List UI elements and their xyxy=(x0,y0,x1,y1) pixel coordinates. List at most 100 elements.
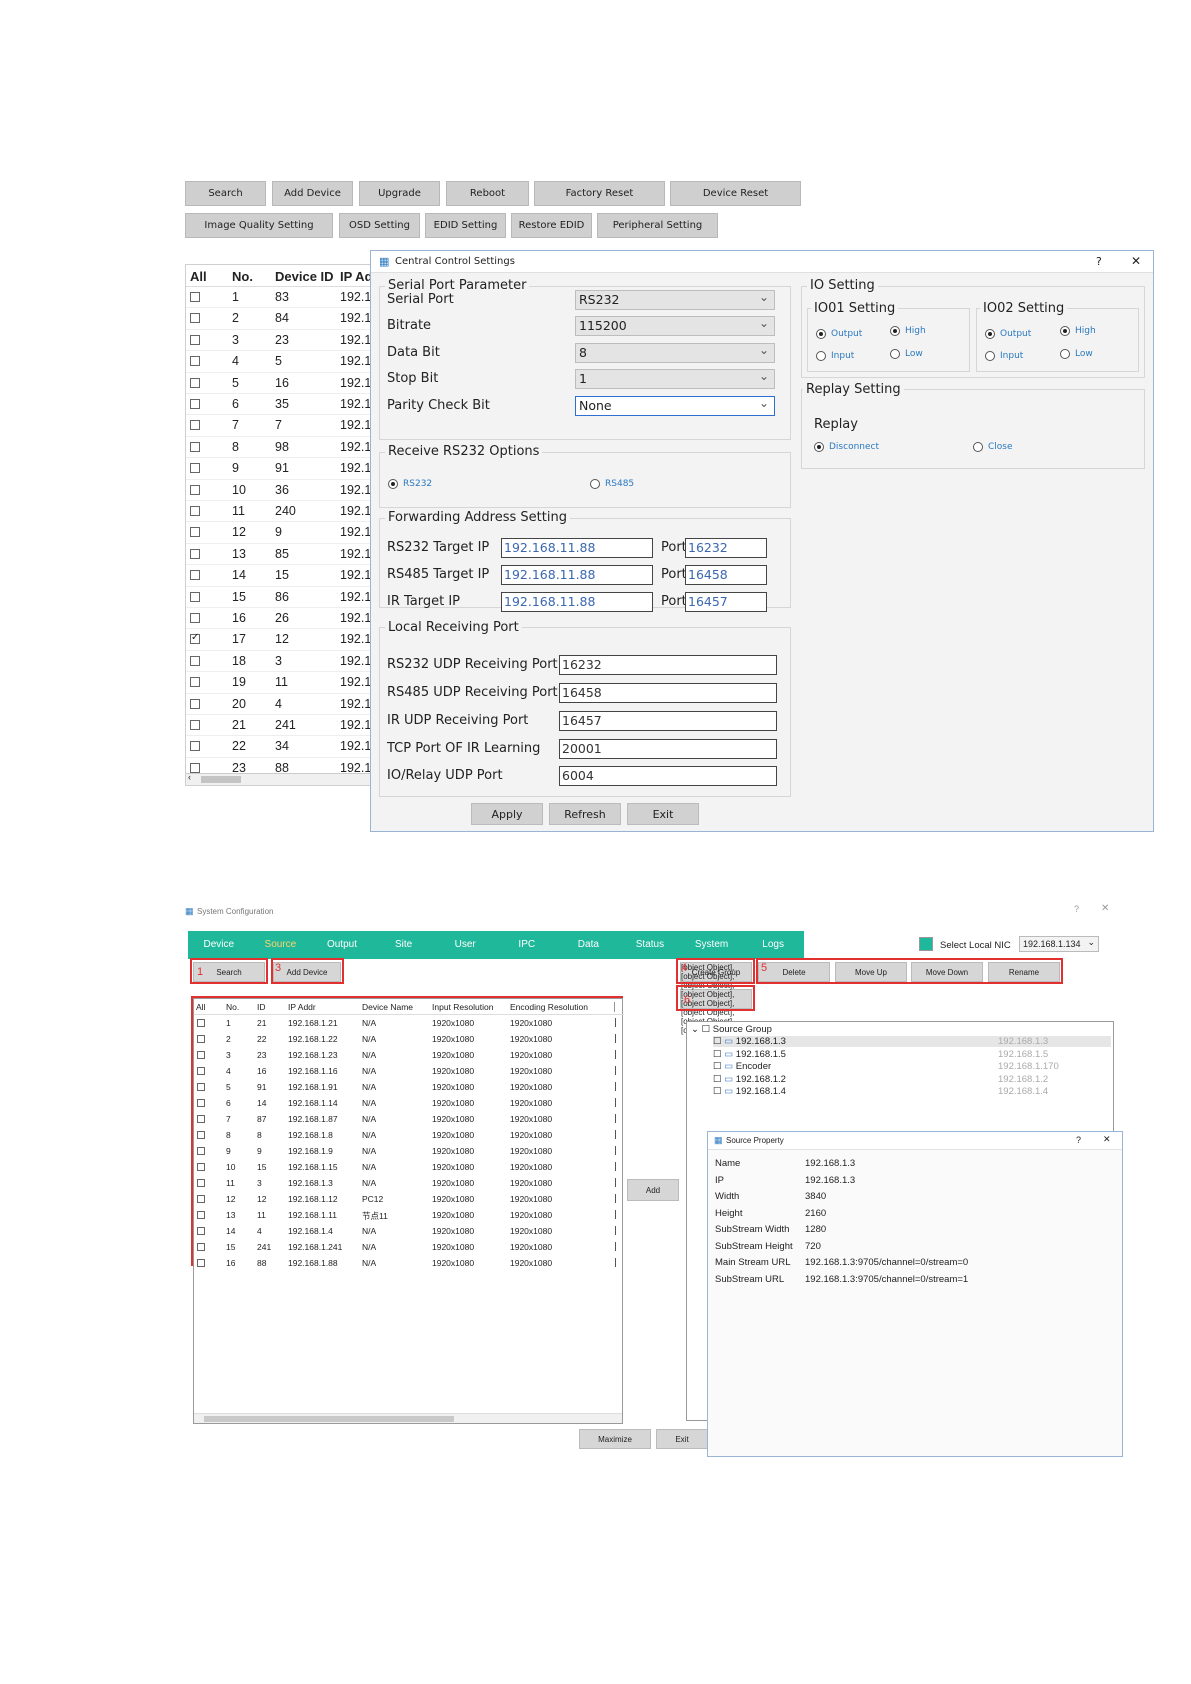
restore-edid-button[interactable]: Restore EDID xyxy=(511,213,592,238)
table-row[interactable]: 8 98 192.1 xyxy=(186,437,374,459)
tree-item[interactable]: ☐ ▭ 192.168.1.3 192.168.1.3 xyxy=(713,1036,1111,1047)
row-checkbox[interactable] xyxy=(197,1115,205,1123)
row-checkbox[interactable] xyxy=(197,1259,205,1267)
target-ip-input[interactable]: 192.168.11.88 xyxy=(501,565,653,585)
target-ip-input[interactable]: 192.168.11.88 xyxy=(501,592,653,612)
col-all[interactable]: All xyxy=(190,269,207,284)
help-icon[interactable]: ? xyxy=(1074,904,1079,914)
add-button[interactable]: Add xyxy=(627,1179,679,1201)
osd-setting-button[interactable]: OSD Setting xyxy=(339,213,420,238)
row-checkbox[interactable] xyxy=(190,441,200,452)
close-icon[interactable]: ✕ xyxy=(1103,1134,1111,1145)
serial-select[interactable]: 8 xyxy=(575,341,775,363)
tree-item-checkbox[interactable]: ☐ xyxy=(713,1036,724,1047)
nav-tab-site[interactable]: Site xyxy=(373,931,435,959)
local-port-input[interactable]: 20001 xyxy=(559,739,777,759)
nav-tab-system[interactable]: System xyxy=(681,931,743,959)
table-row[interactable]: 17 12 192.1 xyxy=(186,629,374,651)
table-row[interactable]: 12 9 192.1 xyxy=(186,522,374,544)
row-checkbox[interactable] xyxy=(190,591,200,602)
table-row[interactable]: 6 35 192.1 xyxy=(186,394,374,416)
table-row[interactable]: 20 4 192.1 xyxy=(186,694,374,715)
target-port-input[interactable]: 16458 xyxy=(685,565,767,585)
row-checkbox[interactable] xyxy=(190,506,200,516)
scroll-left-icon[interactable]: ‹ xyxy=(188,772,191,782)
nav-tab-status[interactable]: Status xyxy=(619,931,681,959)
row-checkbox[interactable] xyxy=(190,484,200,495)
close-icon[interactable]: ✕ xyxy=(1131,254,1141,268)
row-checkbox[interactable] xyxy=(190,570,200,581)
row-checkbox[interactable] xyxy=(197,1083,205,1091)
local-port-input[interactable]: 16458 xyxy=(559,683,777,703)
table-row[interactable]: 13 11 192.168.1.11 节点11 1920x1080 1920x1080 xyxy=(194,1207,624,1223)
local-port-input[interactable]: 16232 xyxy=(559,655,777,675)
table-row[interactable]: 14 4 192.168.1.4 N/A 1920x1080 1920x1080 xyxy=(194,1223,624,1239)
horizontal-scrollbar[interactable]: ‹ xyxy=(186,772,374,785)
refresh-button[interactable]: Refresh xyxy=(549,803,621,825)
row-checkbox[interactable] xyxy=(190,420,200,431)
row-checkbox[interactable] xyxy=(190,313,200,324)
serial-select[interactable]: 1 xyxy=(575,367,775,389)
row-checkbox[interactable] xyxy=(197,1227,205,1235)
tree-item[interactable]: ☐ ▭ 192.168.1.4 192.168.1.4 xyxy=(713,1086,1048,1097)
tree-item[interactable]: ☐ ▭ 192.168.1.2 192.168.1.2 xyxy=(713,1074,1048,1085)
horizontal-scrollbar[interactable] xyxy=(194,1413,622,1423)
table-row[interactable]: 2 84 192.1 xyxy=(186,308,374,330)
tree-item-checkbox[interactable]: ☐ xyxy=(713,1074,724,1085)
nic-select[interactable]: 192.168.1.134 ⌄ xyxy=(1019,936,1099,952)
table-row[interactable]: 15 86 192.1 xyxy=(186,587,374,608)
row-checkbox[interactable] xyxy=(197,1099,205,1107)
table-row[interactable]: 13 85 192.1 xyxy=(186,544,374,566)
table-row[interactable]: 5 91 192.168.1.91 N/A 1920x1080 1920x1080 xyxy=(194,1079,624,1095)
exit-button[interactable]: Exit xyxy=(627,803,699,825)
col-header[interactable]: All xyxy=(196,1002,205,1012)
row-checkbox[interactable] xyxy=(190,548,200,559)
io01-output-radio[interactable]: Output xyxy=(816,329,862,339)
table-row[interactable]: 11 3 192.168.1.3 N/A 1920x1080 1920x1080 xyxy=(194,1175,624,1191)
nav-tab-output[interactable]: Output xyxy=(311,931,373,959)
row-checkbox[interactable] xyxy=(197,1147,205,1155)
tree-root[interactable]: ⌄ ☐ Source Group xyxy=(691,1024,772,1035)
row-checkbox[interactable] xyxy=(197,1051,205,1059)
maximize-button[interactable]: Maximize xyxy=(579,1429,651,1449)
tree-item[interactable]: ☐ ▭ 192.168.1.5 192.168.1.5 xyxy=(713,1049,1048,1060)
factory-reset-button[interactable]: Factory Reset xyxy=(534,181,665,206)
reboot-button[interactable]: Reboot xyxy=(446,181,529,206)
row-checkbox[interactable] xyxy=(190,741,200,752)
local-port-input[interactable]: 6004 xyxy=(559,766,777,786)
table-row[interactable]: 19 11 192.1 xyxy=(186,672,374,694)
row-checkbox[interactable] xyxy=(197,1035,205,1043)
io02-input-radio[interactable]: Input xyxy=(985,351,1023,361)
row-checkbox[interactable] xyxy=(197,1179,205,1187)
edid-setting-button[interactable]: EDID Setting xyxy=(425,213,506,238)
table-row[interactable]: 15 241 192.168.1.241 N/A 1920x1080 1920x1080 xyxy=(194,1239,624,1255)
nav-tab-device[interactable]: Device xyxy=(188,931,250,959)
image-quality-setting-button[interactable]: Image Quality Setting xyxy=(185,213,333,238)
peripheral-setting-button[interactable]: Peripheral Setting xyxy=(597,213,718,238)
row-checkbox[interactable] xyxy=(190,632,200,645)
nav-tab-data[interactable]: Data xyxy=(558,931,620,959)
close-icon[interactable]: ✕ xyxy=(1101,903,1109,914)
target-ip-input[interactable]: 192.168.11.88 xyxy=(501,538,653,558)
search-button[interactable]: Search xyxy=(185,181,266,206)
io02-high-radio[interactable]: High xyxy=(1060,326,1096,336)
row-checkbox[interactable] xyxy=(190,527,200,538)
table-row[interactable]: 4 5 192.1 xyxy=(186,351,374,373)
serial-select[interactable]: None xyxy=(575,394,775,416)
row-checkbox[interactable] xyxy=(190,356,200,367)
row-checkbox[interactable] xyxy=(197,1243,205,1251)
table-row[interactable]: 6 14 192.168.1.14 N/A 1920x1080 1920x1080 xyxy=(194,1095,624,1111)
apply-button[interactable]: Apply xyxy=(471,803,543,825)
table-row[interactable]: 2 22 192.168.1.22 N/A 1920x1080 1920x1080 xyxy=(194,1031,624,1047)
row-checkbox[interactable] xyxy=(190,720,200,730)
tree-item[interactable]: ☐ ▭ Encoder 192.168.1.170 xyxy=(713,1061,1059,1072)
io01-low-radio[interactable]: Low xyxy=(890,349,923,359)
row-checkbox[interactable] xyxy=(190,698,200,709)
table-row[interactable]: 18 3 192.1 xyxy=(186,651,374,673)
replay-close-radio[interactable]: Close xyxy=(973,442,1013,452)
table-row[interactable]: 16 26 192.1 xyxy=(186,608,374,630)
tree-item-checkbox[interactable]: ☐ xyxy=(713,1049,724,1060)
radio-rs485[interactable]: RS485 xyxy=(590,479,634,489)
table-row[interactable]: 14 15 192.1 xyxy=(186,565,374,587)
nav-tab-ipc[interactable]: IPC xyxy=(496,931,558,959)
